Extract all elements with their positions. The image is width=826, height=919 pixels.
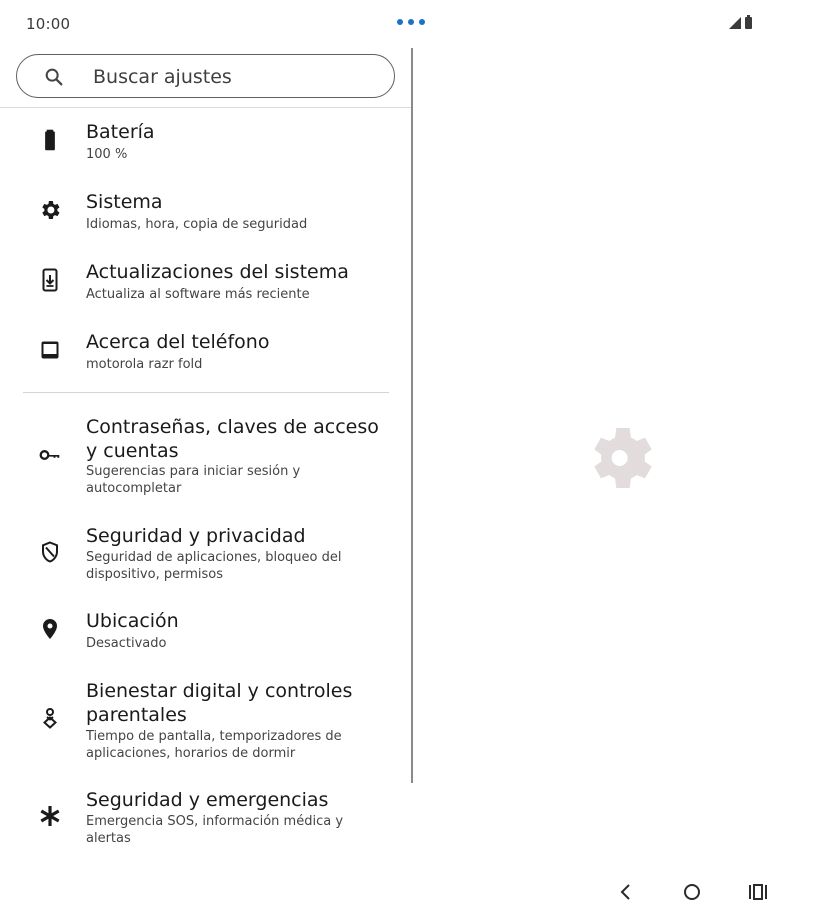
settings-item-security-privacy[interactable]: Seguridad y privacidad Seguridad de apli… (0, 522, 411, 584)
settings-item-title: Actualizaciones del sistema (86, 261, 349, 283)
more-dots-icon[interactable] (397, 19, 425, 25)
search-bar[interactable]: Buscar ajustes (16, 54, 395, 98)
status-time: 10:00 (26, 15, 71, 33)
shield-icon (37, 539, 63, 565)
settings-item-system[interactable]: Sistema Idiomas, hora, copia de segurida… (0, 188, 411, 240)
back-icon[interactable] (614, 880, 638, 904)
settings-item-about-phone[interactable]: Acerca del teléfono motorola razr fold (0, 328, 411, 380)
battery-icon (37, 127, 63, 153)
settings-item-title: Acerca del teléfono (86, 331, 270, 353)
settings-item-battery[interactable]: Batería 100 % (0, 118, 411, 170)
search-input[interactable]: Buscar ajustes (93, 66, 232, 88)
settings-item-title: Bienestar digital y controles parentales (86, 680, 353, 726)
gear-icon (37, 197, 63, 223)
key-icon (37, 442, 63, 468)
settings-item-title: Contraseñas, claves de acceso y cuentas (86, 416, 379, 462)
wellbeing-icon (37, 705, 63, 731)
settings-item-system-updates[interactable]: Actualizaciones del sistema Actualiza al… (0, 258, 411, 310)
search-icon (45, 68, 63, 86)
pane-divider[interactable] (411, 48, 413, 783)
phone-icon (37, 337, 63, 363)
signal-icon (729, 17, 741, 29)
settings-item-title: Sistema (86, 191, 163, 213)
settings-item-passwords-accounts[interactable]: Contraseñas, claves de acceso y cuentas … (0, 413, 411, 501)
settings-item-subtitle: Actualiza al software más reciente (86, 287, 310, 302)
settings-item-safety-emergency[interactable]: Seguridad y emergencias Emergencia SOS, … (0, 786, 411, 848)
settings-item-location[interactable]: Ubicación Desactivado (0, 607, 411, 659)
settings-item-subtitle: 100 % (86, 147, 128, 162)
settings-item-subtitle: Desactivado (86, 636, 167, 651)
location-pin-icon (37, 616, 63, 642)
settings-item-title: Seguridad y privacidad (86, 525, 306, 547)
settings-item-subtitle: Emergencia SOS, información médica y ale… (86, 814, 344, 846)
recents-icon[interactable] (746, 880, 770, 904)
placeholder-gear-icon (594, 428, 652, 488)
search-divider (0, 107, 412, 108)
status-icons (729, 15, 752, 29)
settings-item-subtitle: Seguridad de aplicaciones, bloqueo del d… (86, 550, 342, 582)
settings-item-subtitle: Idiomas, hora, copia de seguridad (86, 217, 308, 232)
settings-item-title: Seguridad y emergencias (86, 789, 329, 811)
battery-status-icon (745, 15, 752, 29)
settings-item-title: Ubicación (86, 610, 179, 632)
settings-item-subtitle: Tiempo de pantalla, temporizadores de ap… (86, 729, 342, 761)
asterisk-icon (37, 803, 63, 829)
group-divider (23, 392, 389, 393)
system-update-icon (37, 267, 63, 293)
settings-item-subtitle: Sugerencias para iniciar sesión y autoco… (86, 464, 301, 496)
settings-item-digital-wellbeing[interactable]: Bienestar digital y controles parentales… (0, 677, 411, 765)
settings-item-title: Batería (86, 121, 155, 143)
settings-item-subtitle: motorola razr fold (86, 357, 203, 372)
home-icon[interactable] (680, 880, 704, 904)
